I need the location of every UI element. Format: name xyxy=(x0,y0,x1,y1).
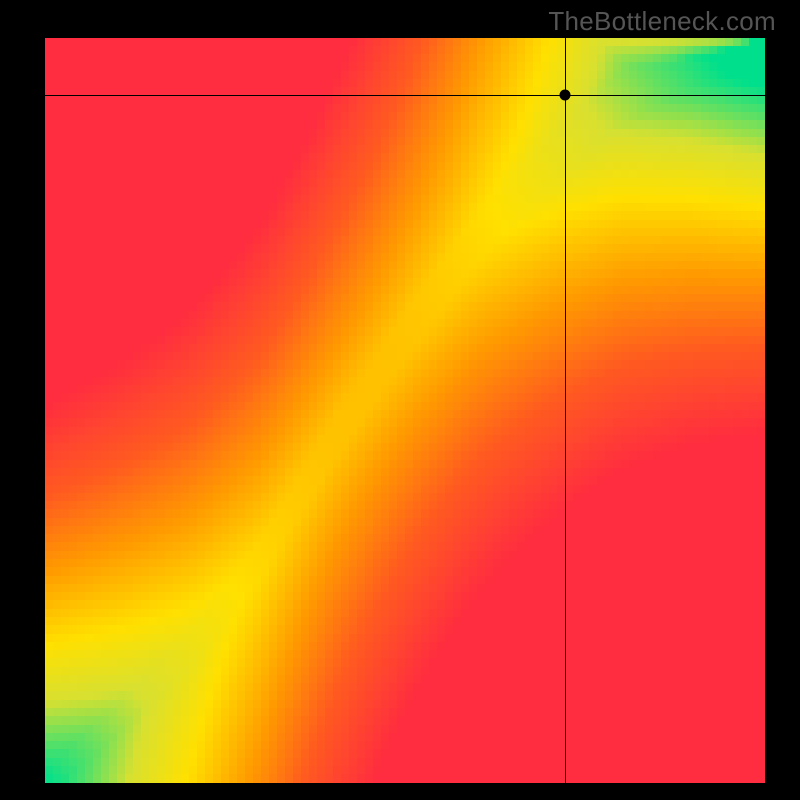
plot-area xyxy=(45,38,765,783)
crosshair-vertical xyxy=(565,38,566,783)
data-point-marker xyxy=(559,89,570,100)
watermark-text: TheBottleneck.com xyxy=(548,6,776,37)
crosshair-horizontal xyxy=(45,95,765,96)
heatmap-canvas xyxy=(45,38,765,783)
chart-frame: TheBottleneck.com xyxy=(0,0,800,800)
